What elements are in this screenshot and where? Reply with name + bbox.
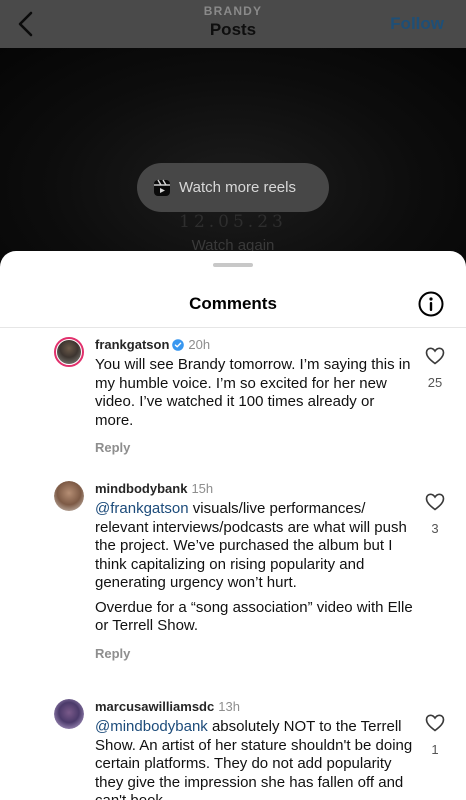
follow-button[interactable]: Follow — [390, 14, 444, 34]
comment-text: @mindbodybank absolutely NOT to the Terr… — [95, 718, 413, 800]
info-icon — [418, 291, 444, 317]
reply-button[interactable]: Reply — [95, 646, 415, 661]
verified-badge-icon — [172, 339, 185, 351]
heart-outline-icon — [425, 347, 445, 365]
watch-more-reels-button[interactable]: Watch more reels — [137, 163, 329, 212]
info-button[interactable] — [418, 291, 444, 317]
comment-username[interactable]: mindbodybank — [95, 481, 187, 496]
avatar[interactable] — [54, 337, 84, 367]
comment-time: 20h — [188, 337, 211, 352]
like-count: 3 — [431, 521, 439, 536]
reels-icon — [154, 179, 170, 196]
avatar[interactable] — [54, 699, 84, 729]
comment-time: 15h — [191, 481, 214, 496]
mention-link[interactable]: @frankgatson — [95, 500, 189, 517]
top-bar: BRANDY Posts Follow — [0, 0, 466, 48]
watch-more-reels-label: Watch more reels — [179, 179, 296, 196]
comment-username[interactable]: marcusawilliamsdc — [95, 699, 214, 714]
video-date-text: 12.05.23 — [179, 212, 287, 232]
comment-text: You will see Brandy tomorrow. I’m saying… — [95, 356, 411, 429]
comment-time: 13h — [218, 699, 240, 714]
divider — [0, 327, 466, 328]
heart-outline-icon — [425, 714, 445, 732]
like-button[interactable]: 1 — [423, 714, 447, 757]
avatar[interactable] — [54, 481, 84, 511]
like-button[interactable]: 3 — [423, 493, 447, 536]
like-count: 1 — [431, 742, 439, 757]
comment-text: @frankgatson visuals/live performances/ … — [95, 500, 413, 634]
reply-button[interactable]: Reply — [95, 440, 415, 455]
like-button[interactable]: 25 — [423, 347, 447, 390]
mention-link[interactable]: @mindbodybank — [95, 718, 208, 735]
comments-title: Comments — [189, 294, 277, 313]
like-count: 25 — [427, 375, 443, 390]
sheet-drag-handle[interactable] — [213, 263, 253, 267]
comment-username[interactable]: frankgatson — [95, 337, 169, 352]
heart-outline-icon — [425, 493, 445, 511]
comments-sheet: Comments frankgatson 20h You will see Br… — [0, 251, 466, 800]
